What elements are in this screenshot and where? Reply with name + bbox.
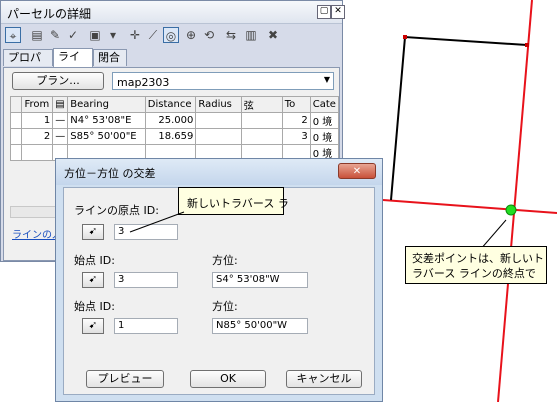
image-dropdown-icon[interactable]: ▾	[105, 27, 121, 43]
plan-button[interactable]: プラン...	[12, 72, 104, 90]
close-button[interactable]: ✕	[331, 5, 345, 19]
cell-radius[interactable]	[195, 112, 242, 129]
table-row[interactable]: 2 — S85° 50'00"E 18.659 3 0 境	[9, 128, 340, 145]
tab-lines[interactable]: ライン	[53, 48, 93, 79]
cell-from[interactable]: 2	[21, 128, 54, 145]
cell-chord[interactable]	[240, 112, 283, 129]
traverse-callout-text: 新しいトラバース ラ	[187, 197, 289, 210]
plan-select[interactable]: map2303 ▼	[112, 72, 334, 90]
parcel-vertex	[525, 43, 529, 47]
circle-icon[interactable]: ⊕	[183, 27, 199, 43]
cell-category[interactable]: 0 境	[309, 128, 340, 145]
cell-category[interactable]: 0 境	[309, 112, 340, 129]
col-category[interactable]: Cate	[309, 96, 340, 113]
dialog-body: ラインの原点 ID: ➹ 3 始点 ID: ➹ 3 方位: S4° 53'08"…	[63, 187, 375, 395]
crosshair-icon[interactable]: ⌖	[5, 27, 21, 43]
col-to[interactable]: To	[281, 96, 311, 113]
edit-icon[interactable]: ✎	[47, 27, 63, 43]
start2-id-label: 始点 ID:	[74, 300, 115, 313]
direction2-label: 方位:	[212, 300, 238, 313]
direction1-input[interactable]: S4° 53'08"W	[212, 272, 308, 288]
origin-id-label: ラインの原点 ID:	[74, 204, 159, 217]
cell-radius[interactable]	[195, 128, 242, 145]
cursor-arrow-icon: ➹	[88, 274, 98, 285]
pin-button[interactable]: ▢	[317, 5, 331, 19]
dialog-close-button[interactable]: ✕	[338, 163, 376, 179]
construct-icon[interactable]: ◎	[163, 27, 179, 43]
start1-id-input[interactable]: 3	[114, 272, 178, 288]
start2-id-input[interactable]: 1	[114, 318, 178, 334]
col-type-icon[interactable]: ▤	[52, 96, 69, 113]
plus-point-icon[interactable]: ✛	[127, 27, 143, 43]
document-icon[interactable]: ▤	[29, 27, 45, 43]
intersection-callout-text: 交差ポイントは、新しいトラバース ラインの終点で	[412, 252, 544, 280]
plan-value: map2303	[117, 76, 170, 89]
row-header-cell	[9, 112, 23, 129]
table-header: From ▤ Bearing Distance Radius 弦 To Cate	[9, 96, 340, 113]
red-line-vertical	[497, 0, 533, 402]
table-row[interactable]: 1 — N4° 53'08"E 25.000 2 0 境	[9, 112, 340, 129]
line-type-icon: —	[52, 128, 69, 145]
chart-icon[interactable]: ▥	[243, 27, 259, 43]
cursor-arrow-icon: ➹	[88, 320, 98, 331]
lines-table: From ▤ Bearing Distance Radius 弦 To Cate…	[9, 96, 340, 161]
window-title: パーセルの詳細	[7, 7, 92, 21]
line-type-icon: —	[52, 112, 69, 129]
cell-bearing[interactable]: N4° 53'08"E	[67, 112, 146, 129]
window-titlebar: パーセルの詳細 ▢ ✕	[1, 1, 345, 24]
col-chord[interactable]: 弦	[240, 96, 283, 113]
cancel-button[interactable]: キャンセル	[286, 370, 362, 388]
cell-distance[interactable]: 25.000	[144, 112, 197, 129]
intersection-point[interactable]	[505, 204, 517, 216]
cell-to[interactable]: 2	[281, 112, 311, 129]
delete-icon[interactable]: ✖	[265, 27, 281, 43]
dialog-title: 方位－方位 の交差	[64, 167, 156, 180]
row-header-cell	[9, 144, 23, 161]
image-icon[interactable]: ▣	[87, 27, 103, 43]
cell-distance[interactable]: 18.659	[144, 128, 197, 145]
direction2-input[interactable]: N85° 50'00"W	[212, 318, 308, 334]
link-icon[interactable]: ⇆	[223, 27, 239, 43]
col-from[interactable]: From	[21, 96, 54, 113]
traverse-callout: 新しいトラバース ラ	[178, 187, 289, 215]
cell-bearing[interactable]: S85° 50'00"E	[67, 128, 146, 145]
cell-to[interactable]: 3	[281, 128, 311, 145]
tab-properties[interactable]: プロパティ	[3, 49, 53, 80]
row-header-cell	[9, 128, 23, 145]
dialog-titlebar: 方位－方位 の交差 ✕	[56, 159, 382, 185]
col-radius[interactable]: Radius	[195, 96, 242, 113]
col-distance[interactable]: Distance	[144, 96, 197, 113]
rotate-icon[interactable]: ⟲	[201, 27, 217, 43]
row-header-cell	[9, 96, 23, 113]
cell-from[interactable]	[21, 144, 54, 161]
cell-from[interactable]: 1	[21, 112, 54, 129]
origin-pick-button[interactable]: ➹	[82, 224, 104, 240]
toolbar: ⌖ ▤ ✎ ✓ ▣ ▾ ✛ ⟋ ◎ ⊕ ⟲ ⇆ ▥ ✖	[3, 25, 340, 47]
start2-pick-button[interactable]: ➹	[82, 318, 104, 334]
start1-id-label: 始点 ID:	[74, 254, 115, 267]
tab-closure[interactable]: 閉合	[93, 49, 127, 66]
red-line-horizontal	[382, 199, 557, 214]
parcel-line	[390, 35, 528, 201]
origin-id-input[interactable]: 3	[114, 224, 178, 240]
parcel-vertex	[403, 35, 407, 39]
check-icon[interactable]: ✓	[65, 27, 81, 43]
cursor-arrow-icon: ➹	[88, 226, 98, 237]
col-bearing[interactable]: Bearing	[67, 96, 146, 113]
cell-chord[interactable]	[240, 128, 283, 145]
direction1-label: 方位:	[212, 254, 238, 267]
chevron-down-icon: ▼	[323, 75, 330, 84]
start1-pick-button[interactable]: ➹	[82, 272, 104, 288]
line-icon[interactable]: ⟋	[145, 27, 161, 43]
ok-button[interactable]: OK	[190, 370, 266, 388]
intersection-callout: 交差ポイントは、新しいトラバース ラインの終点で	[405, 246, 547, 284]
preview-button[interactable]: プレビュー	[86, 370, 164, 388]
